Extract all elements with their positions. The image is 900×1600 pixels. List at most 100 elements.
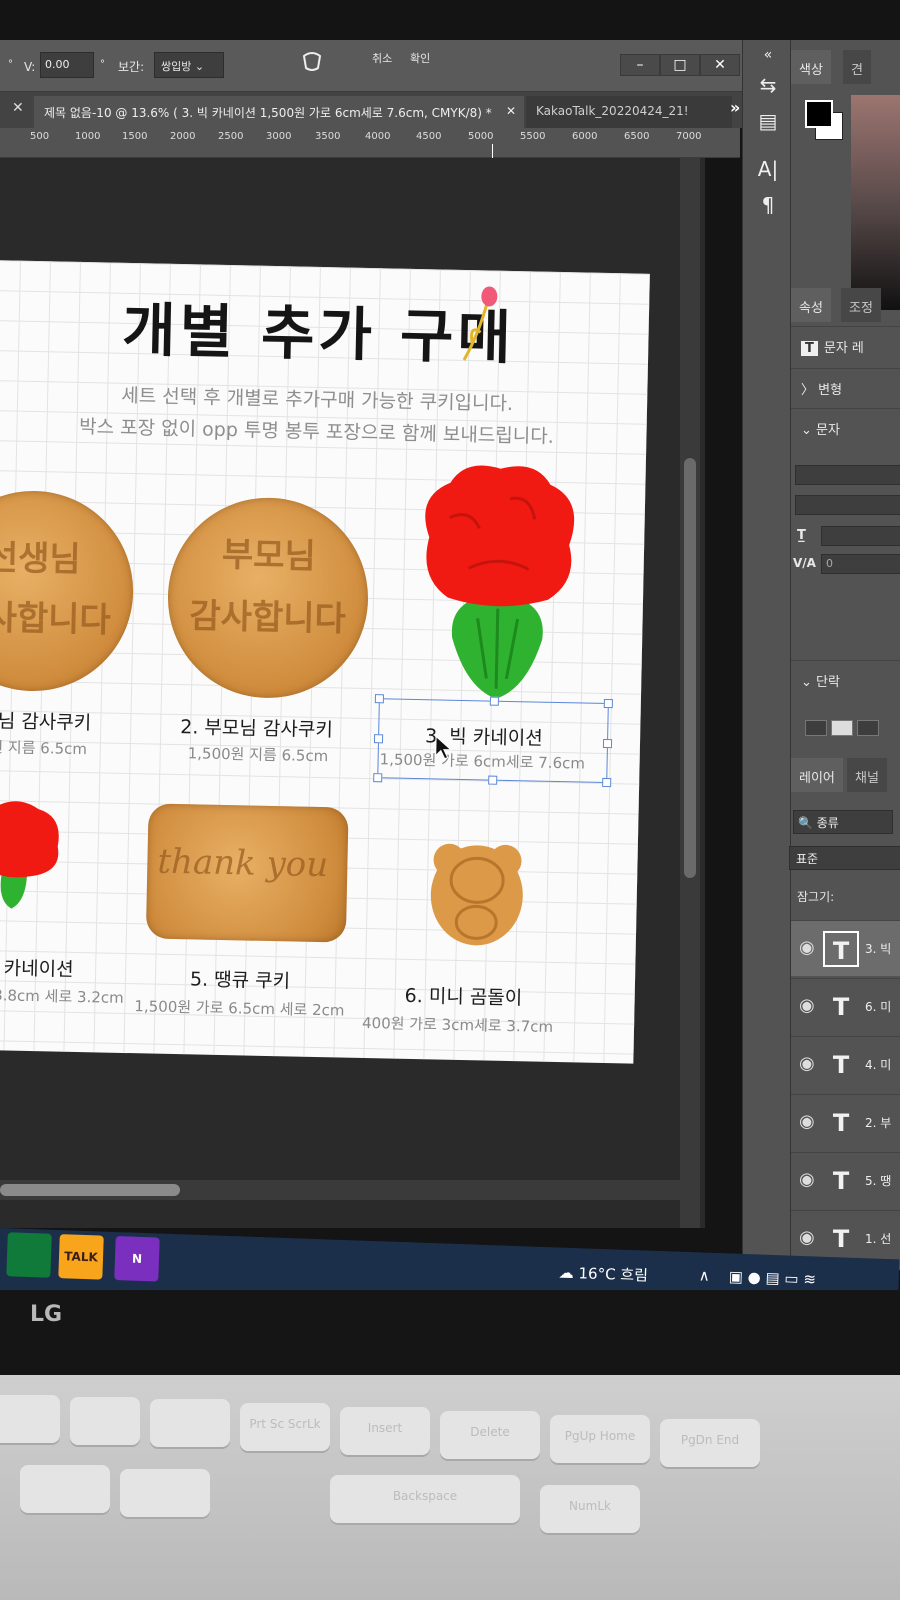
close-icon[interactable]: ✕ [12,100,24,116]
blend-mode-select[interactable]: 표준 [789,846,900,870]
cancel-transform-button[interactable]: 취소 [372,50,392,66]
color-picker-field[interactable] [851,95,900,310]
tab-layers[interactable]: 레이어 [791,758,843,792]
warp-mode-icon[interactable] [300,50,324,74]
transform-handle[interactable] [603,698,613,709]
transform-handle[interactable] [602,777,612,788]
keyboard-key [70,1397,140,1445]
mouse-pointer-icon [435,735,453,760]
item-4-sub[interactable]: 로 3.8cm 세로 3.2cm [0,984,124,1008]
tab-active-document[interactable]: 제목 없음-10 @ 13.6% ( 3. 빅 카네이션 1,500원 가로 6… [34,96,524,128]
minimize-button[interactable]: – [620,54,660,76]
transform-handle[interactable] [374,694,384,704]
item-1-sub[interactable]: 0원 지름 6.5cm [0,736,87,759]
interpolation-select[interactable]: 쌍입방 ⌄ [154,52,224,78]
kakaotalk-app-icon[interactable]: TALK [58,1234,104,1280]
ruler-tick: 3000 [266,131,292,142]
ruler-tick: 4000 [365,131,391,142]
comments-icon[interactable]: ▤ [753,106,783,136]
font-style-field[interactable] [795,495,900,515]
tab-title: KakaoTalk_20220424_21! [536,104,689,118]
tracking-icon: V/A [793,556,816,570]
tray-overflow-icon[interactable]: ∧ [698,1266,710,1284]
scrollbar-thumb[interactable] [0,1184,180,1196]
leading-field[interactable] [821,526,900,546]
item-5-sub[interactable]: 1,500원 가로 6.5cm 세로 2cm [134,995,345,1020]
ruler-tick: 3500 [315,131,341,142]
text-selection-box[interactable] [373,694,613,788]
commit-transform-button[interactable]: 확인 [410,50,430,66]
align-left-button[interactable] [805,720,827,736]
item-4-label[interactable]: 니 카네이션 [0,953,74,982]
tab-properties[interactable]: 속성 [791,288,831,322]
font-family-field[interactable] [795,465,900,485]
character-panel-icon[interactable]: A| [753,154,783,184]
keyboard-key: Insert [340,1407,430,1455]
item-5-label[interactable]: 5. 땡큐 쿠키 [190,964,291,993]
item-2-sub[interactable]: 1,500원 지름 6.5cm [188,742,329,766]
paragraph-section[interactable]: ⌄ 단락 [791,660,900,698]
scrollbar-thumb[interactable] [684,458,696,878]
cookie-text: 선생님 [0,538,82,580]
big-carnation-cookie-image [425,465,575,699]
visibility-eye-icon[interactable]: ◉ [799,1169,815,1190]
transform-handle[interactable] [489,696,499,706]
tab-channels[interactable]: 채널 [847,758,887,792]
collapse-icon[interactable]: « [753,40,783,70]
item-6-sub[interactable]: 400원 가로 3cm세로 3.7cm [362,1012,553,1037]
foreground-color-swatch[interactable] [805,100,833,128]
transform-handle[interactable] [373,773,383,783]
type-section[interactable]: ⌄ 문자 [791,408,900,446]
tab-kakaotalk-image[interactable]: KakaoTalk_20220424_21! [526,96,732,128]
layer-row[interactable]: ◉ T 2. 부 [791,1094,900,1150]
tab-title: 제목 없음-10 @ 13.6% ( 3. 빅 카네이션 1,500원 가로 6… [44,106,492,120]
lg-logo: LG [30,1302,63,1327]
transform-section[interactable]: 〉 변형 [791,368,900,406]
item-6-label[interactable]: 6. 미니 곰돌이 [404,981,522,1010]
degree-symbol: ° [8,59,13,70]
cookie-text: 부모님 [221,534,317,577]
item-2-label[interactable]: 2. 부모님 감사쿠키 [180,712,333,742]
sheets-app-icon[interactable] [6,1232,52,1278]
onenote-app-icon[interactable]: N [114,1236,160,1282]
v-skew-input[interactable]: 0.00 [40,52,94,78]
tab-swatches[interactable]: 견 [843,50,871,84]
close-window-button[interactable]: ✕ [700,54,740,76]
keyboard-key: Backspace [330,1475,520,1523]
visibility-eye-icon[interactable]: ◉ [799,1053,815,1074]
visibility-eye-icon[interactable]: ◉ [799,1227,815,1248]
keyboard-key: PgUp Home [550,1415,650,1463]
paragraph-panel-icon[interactable]: ¶ [753,190,783,220]
vertical-scrollbar[interactable] [680,158,700,1228]
maximize-button[interactable]: □ [660,54,700,76]
ruler-tick: 500 [30,131,50,142]
layer-row[interactable]: ◉ T 6. 미 [791,978,900,1034]
tab-adjustments[interactable]: 조정 [841,288,881,322]
text-layer-icon: T [801,341,818,356]
item-1-label[interactable]: 생님 감사쿠키 [0,706,92,735]
weather-widget[interactable]: ☁ 16°C 흐림 [558,1262,648,1286]
visibility-eye-icon[interactable]: ◉ [799,937,815,958]
tab-color[interactable]: 색상 [791,50,831,84]
keyboard-key [20,1465,110,1513]
artboard-product-sheet[interactable]: 개별 추가 구매 세트 선택 후 개별로 추가구매 가능한 쿠키입니다. 박스 … [0,260,650,1064]
tracking-field[interactable]: 0 [821,554,900,574]
transform-handle[interactable] [488,775,498,785]
layer-filter-select[interactable]: 🔍 종류 [793,810,893,834]
transform-handle[interactable] [373,734,384,744]
tray-icons[interactable]: ▣ ● ▤ ▭ ≋ [728,1267,816,1288]
align-right-button[interactable] [857,720,879,736]
layer-row[interactable]: ◉ T 5. 땡 [791,1152,900,1208]
tab-overflow-icon[interactable]: » [730,98,740,117]
horizontal-scrollbar[interactable] [0,1180,690,1200]
history-icon[interactable]: ⇆ [753,70,783,100]
close-icon[interactable]: ✕ [506,104,516,118]
visibility-eye-icon[interactable]: ◉ [799,995,815,1016]
cookie-text: 감사합니다 [0,597,112,641]
thank-you-cookie-image: thank you [145,803,349,943]
align-center-button[interactable] [831,720,853,736]
visibility-eye-icon[interactable]: ◉ [799,1111,815,1132]
layer-row[interactable]: ◉ T 3. 빅 [791,920,900,976]
layer-row[interactable]: ◉ T 4. 미 [791,1036,900,1092]
transform-handle[interactable] [602,738,613,749]
